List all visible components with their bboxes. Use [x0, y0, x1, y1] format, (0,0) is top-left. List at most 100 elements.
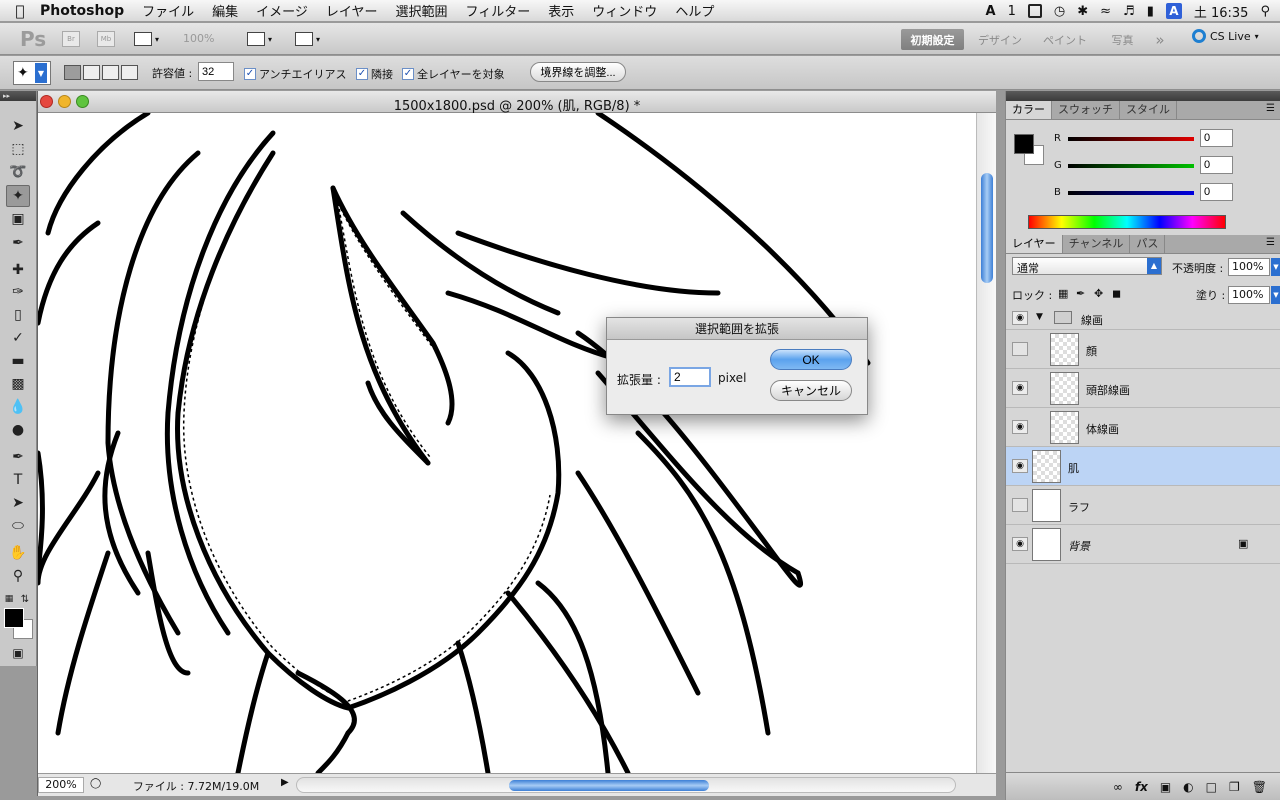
window-status-icon[interactable]: [1027, 4, 1042, 18]
dodge-tool-icon[interactable]: ●: [6, 419, 30, 441]
battery-icon[interactable]: ▮: [1147, 4, 1154, 19]
lasso-tool-icon[interactable]: ➰: [6, 161, 30, 183]
tab-styles[interactable]: スタイル: [1120, 101, 1177, 119]
menu-view[interactable]: 表示: [548, 1, 574, 20]
magic-wand-tool-icon[interactable]: ✦: [6, 185, 30, 207]
workspace-paint-button[interactable]: ペイント: [1035, 29, 1095, 50]
gradient-tool-icon[interactable]: ▩: [6, 373, 30, 395]
arrange-documents-dropdown[interactable]: ▾: [247, 30, 272, 48]
blue-slider[interactable]: [1068, 191, 1194, 195]
color-panel-foreground-swatch[interactable]: [1014, 134, 1034, 154]
green-value-input[interactable]: [1200, 156, 1233, 174]
eye-hidden-icon[interactable]: ◉: [1012, 342, 1028, 356]
zoom-field[interactable]: 200%: [38, 777, 84, 793]
path-selection-tool-icon[interactable]: ➤: [6, 492, 30, 514]
red-slider[interactable]: [1068, 137, 1194, 141]
subtract-from-selection-button[interactable]: [102, 65, 119, 80]
menu-layer[interactable]: レイヤー: [326, 1, 378, 20]
adobe-status-icon[interactable]: A: [986, 4, 996, 19]
foreground-color-swatch[interactable]: [4, 608, 24, 628]
cancel-button[interactable]: キャンセル: [770, 380, 852, 401]
tools-panel-header[interactable]: ▸▸: [0, 91, 36, 101]
eye-icon[interactable]: ◉: [1012, 311, 1028, 325]
default-colors-icon[interactable]: ▦: [2, 588, 16, 610]
ok-button[interactable]: OK: [770, 349, 852, 370]
eye-icon[interactable]: ◉: [1012, 420, 1028, 434]
volume-icon[interactable]: ♬: [1123, 4, 1135, 19]
panel-menu-icon[interactable]: ☰: [1266, 237, 1275, 248]
menu-edit[interactable]: 編集: [212, 1, 238, 20]
green-slider[interactable]: [1068, 164, 1194, 168]
color-spectrum-bar[interactable]: [1028, 215, 1226, 229]
zoom-tool-icon[interactable]: ⚲: [6, 565, 30, 587]
chevron-down-icon[interactable]: ▼: [1036, 312, 1043, 322]
intersect-selection-button[interactable]: [121, 65, 138, 80]
lock-transparent-icon[interactable]: ▦: [1058, 287, 1068, 300]
new-group-icon[interactable]: □: [1206, 780, 1217, 794]
pen-tool-icon[interactable]: ✒: [6, 446, 30, 468]
tab-paths[interactable]: パス: [1130, 235, 1166, 253]
menu-filter[interactable]: フィルター: [466, 1, 531, 20]
menu-window[interactable]: ウィンドウ: [592, 1, 657, 20]
tolerance-input[interactable]: [198, 62, 234, 81]
menu-image[interactable]: イメージ: [256, 1, 308, 20]
more-workspaces-icon[interactable]: »: [1150, 29, 1170, 50]
panel-menu-icon[interactable]: ☰: [1266, 103, 1275, 114]
zoom-level-dropdown[interactable]: 100%: [183, 32, 214, 45]
layer-row[interactable]: ◉ 顔: [1006, 330, 1280, 369]
bridge-icon[interactable]: Br: [62, 31, 80, 47]
quick-mask-icon[interactable]: ▣: [6, 642, 30, 664]
tab-swatches[interactable]: スウォッチ: [1052, 101, 1120, 119]
type-tool-icon[interactable]: T: [6, 469, 30, 491]
bluetooth-icon[interactable]: ✱: [1077, 4, 1088, 19]
spotlight-icon[interactable]: ⚲: [1260, 4, 1270, 19]
history-brush-tool-icon[interactable]: ✓: [6, 327, 30, 349]
image-canvas[interactable]: [38, 113, 976, 773]
mini-bridge-icon[interactable]: Mb: [97, 31, 115, 47]
eye-icon[interactable]: ◉: [1012, 381, 1028, 395]
eye-icon[interactable]: ◉: [1012, 459, 1028, 473]
layer-row[interactable]: ◉ ラフ: [1006, 486, 1280, 525]
layer-mask-icon[interactable]: ▣: [1160, 780, 1171, 794]
layer-row[interactable]: ◉ 背景 ▣: [1006, 525, 1280, 564]
contiguous-checkbox[interactable]: ✓ 隣接: [356, 66, 393, 82]
move-tool-icon[interactable]: ➤: [6, 115, 30, 137]
eye-hidden-icon[interactable]: ◉: [1012, 498, 1028, 512]
layer-row[interactable]: ◉ 体線画: [1006, 408, 1280, 447]
red-value-input[interactable]: [1200, 129, 1233, 147]
horizontal-scrollbar[interactable]: [296, 777, 956, 793]
tab-channels[interactable]: チャンネル: [1063, 235, 1131, 253]
status-menu-icon[interactable]: ◯: [90, 778, 101, 789]
brush-tool-icon[interactable]: ✑: [6, 281, 30, 303]
tab-layers[interactable]: レイヤー: [1006, 235, 1063, 253]
eyedropper-tool-icon[interactable]: ✒: [6, 232, 30, 254]
screen-mode-dropdown[interactable]: ▾: [295, 30, 320, 48]
delete-layer-icon[interactable]: 🗑: [1252, 780, 1267, 794]
lock-image-icon[interactable]: ✒: [1076, 287, 1085, 300]
antialias-checkbox[interactable]: ✓ アンチエイリアス: [244, 66, 347, 82]
status-arrow-icon[interactable]: ▶: [281, 777, 289, 788]
hand-tool-icon[interactable]: ✋: [6, 542, 30, 564]
menu-file[interactable]: ファイル: [142, 1, 194, 20]
stamp-tool-icon[interactable]: ▯: [6, 304, 30, 326]
opacity-field[interactable]: 100% ▼: [1228, 258, 1280, 276]
tab-color[interactable]: カラー: [1006, 101, 1052, 119]
app-menu[interactable]: Photoshop: [40, 3, 124, 19]
refine-edge-button[interactable]: 境界線を調整...: [530, 62, 626, 82]
view-extras-dropdown[interactable]: ▾: [134, 30, 159, 48]
workspace-photo-button[interactable]: 写真: [1100, 29, 1145, 50]
healing-brush-tool-icon[interactable]: ✚: [6, 259, 30, 281]
adjustment-layer-icon[interactable]: ◐: [1183, 780, 1193, 794]
fill-field[interactable]: 100% ▼: [1228, 286, 1280, 304]
layer-style-icon[interactable]: fx: [1135, 780, 1148, 794]
eye-icon[interactable]: ◉: [1012, 537, 1028, 551]
layer-row-selected[interactable]: ◉ 肌: [1006, 447, 1280, 486]
new-selection-button[interactable]: [64, 65, 81, 80]
lock-all-icon[interactable]: ◼: [1112, 287, 1121, 300]
eraser-tool-icon[interactable]: ▬: [6, 350, 30, 372]
vertical-scrollbar[interactable]: [976, 113, 996, 773]
layer-row-group[interactable]: ◉ ▼ 線画: [1006, 308, 1280, 330]
workspace-design-button[interactable]: デザイン: [970, 29, 1030, 50]
input-method-icon[interactable]: A: [1165, 3, 1182, 19]
layer-row[interactable]: ◉ 頭部線画: [1006, 369, 1280, 408]
